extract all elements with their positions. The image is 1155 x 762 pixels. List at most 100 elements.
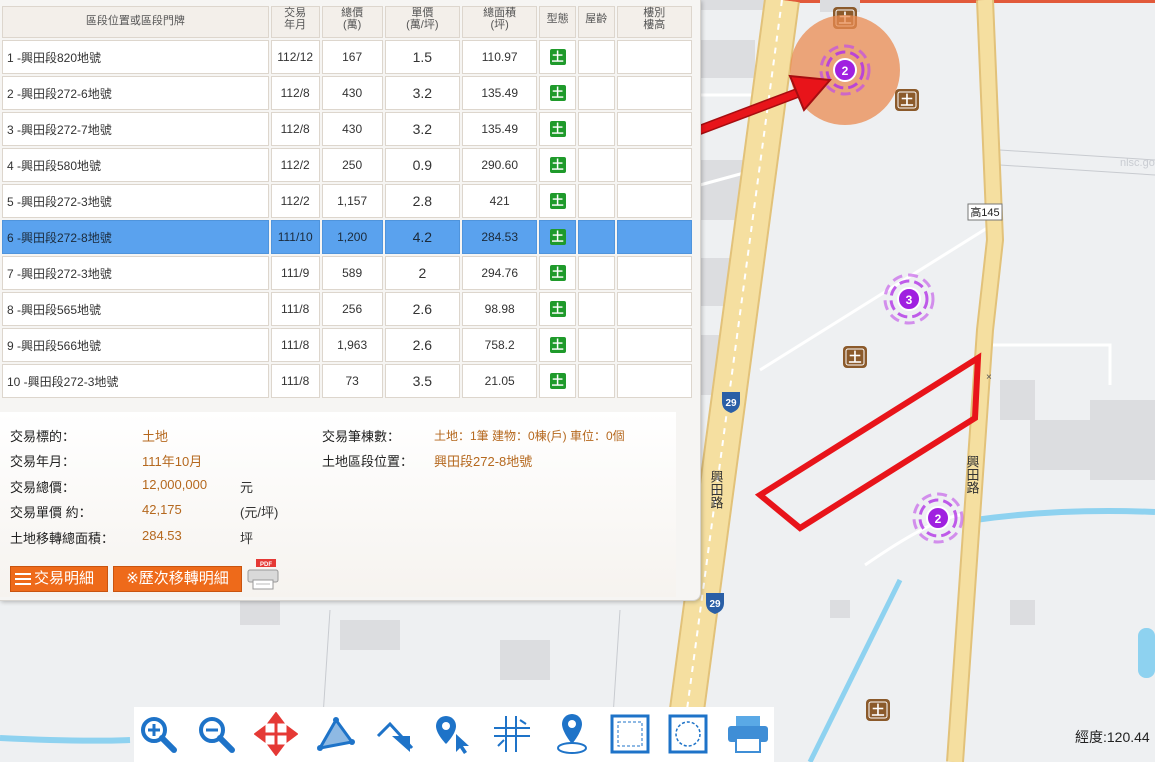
svg-text:PDF: PDF: [260, 562, 272, 568]
cell-date: 112/8: [270, 112, 320, 146]
select-circle-icon[interactable]: [666, 712, 710, 756]
cell-total: 589: [321, 256, 383, 290]
table-row-selected[interactable]: 6 -興田段272-8地號 111/10 1,200 4.2 284.53 土: [2, 220, 692, 254]
svg-text:×: ×: [986, 372, 992, 383]
select-box-icon[interactable]: [608, 712, 652, 756]
table-header-row: 區段位置或區段門牌 交易 年月 總價 (萬) 單價 (萬/坪) 總面積 (坪) 型態 屋…: [2, 6, 692, 38]
cell-floor: [616, 184, 692, 218]
road-grid-icon[interactable]: [490, 712, 534, 756]
cell-floor: [616, 364, 692, 398]
cell-date: 112/2: [270, 184, 320, 218]
table-row[interactable]: 3 -興田段272-7地號 112/8 430 3.2 135.49 土: [2, 112, 692, 146]
cell-unit-price: 3.5: [384, 364, 460, 398]
cell-unit-price: 2.6: [384, 292, 460, 326]
cell-floor: [616, 40, 692, 74]
land-marker-icon[interactable]: 土: [843, 346, 867, 368]
transaction-detail-button[interactable]: 交易明細: [10, 566, 108, 592]
cell-unit-price: 1.5: [384, 40, 460, 74]
cell-age: [577, 328, 615, 362]
cell-area: 284.53: [462, 220, 538, 254]
land-type-icon: 土: [549, 121, 566, 137]
cell-type: 土: [539, 40, 576, 74]
cell-floor: [616, 328, 692, 362]
land-type-icon: 土: [549, 337, 566, 353]
cell-total: 430: [321, 76, 383, 110]
cell-location: 1 -興田段820地號: [2, 40, 269, 74]
table-row[interactable]: 1 -興田段820地號 112/12 167 1.5 110.97 土: [2, 40, 692, 74]
land-type-icon: 土: [549, 85, 566, 101]
area-label: 土地移轉總面積：: [10, 531, 115, 546]
table-row[interactable]: 10 -興田段272-3地號 111/8 73 3.5 21.05 土: [2, 364, 692, 398]
locate-pin-icon[interactable]: [550, 712, 594, 756]
svg-text:高145: 高145: [970, 205, 999, 219]
pan-icon[interactable]: [254, 712, 298, 756]
cell-date: 112/2: [270, 148, 320, 182]
transaction-table: 區段位置或區段門牌 交易 年月 總價 (萬) 單價 (萬/坪) 總面積 (坪) 型態 屋…: [0, 4, 694, 400]
svg-text:3: 3: [906, 293, 913, 307]
land-type-icon: 土: [549, 157, 566, 173]
month-label: 交易年月：: [10, 454, 76, 469]
history-transfer-button[interactable]: ※歷次移轉明細: [113, 566, 242, 592]
cell-age: [577, 364, 615, 398]
table-row[interactable]: 7 -興田段272-3地號 111/9 589 2 294.76 土: [2, 256, 692, 290]
cell-type: 土: [539, 256, 576, 290]
land-marker-icon[interactable]: 土: [895, 89, 919, 111]
table-row[interactable]: 9 -興田段566地號 111/8 1,963 2.6 758.2 土: [2, 328, 692, 362]
cell-floor: [616, 76, 692, 110]
measure-distance-icon[interactable]: [374, 712, 418, 756]
cell-area: 421: [462, 184, 538, 218]
cell-type: 土: [539, 148, 576, 182]
zoom-in-icon[interactable]: [136, 712, 180, 756]
land-type-icon: 土: [549, 229, 566, 245]
list-icon: [15, 570, 31, 588]
cell-total: 256: [321, 292, 383, 326]
col-header-date: 交易 年月: [270, 6, 320, 38]
cell-total: 1,963: [321, 328, 383, 362]
cell-age: [577, 184, 615, 218]
cell-location: 10 -興田段272-3地號: [2, 364, 269, 398]
land-type-icon: 土: [549, 193, 566, 209]
svg-text:土: 土: [848, 350, 861, 366]
land-type-icon: 土: [549, 373, 566, 389]
print-icon[interactable]: [726, 712, 770, 756]
cell-unit-price: 2.8: [384, 184, 460, 218]
cell-location: 6 -興田段272-8地號: [2, 220, 269, 254]
cell-type: 土: [539, 112, 576, 146]
area-value: 284.53: [142, 528, 182, 543]
cell-location: 8 -興田段565地號: [2, 292, 269, 326]
measure-area-icon[interactable]: [314, 712, 358, 756]
cell-total: 430: [321, 112, 383, 146]
county-road-label: 高145: [967, 203, 1003, 221]
cell-location: 9 -興田段566地號: [2, 328, 269, 362]
cell-total: 73: [321, 364, 383, 398]
cell-location: 7 -興田段272-3地號: [2, 256, 269, 290]
cell-date: 112/12: [270, 40, 320, 74]
print-pdf-icon[interactable]: PDF: [246, 558, 280, 590]
cell-type: 土: [539, 292, 576, 326]
table-row[interactable]: 2 -興田段272-6地號 112/8 430 3.2 135.49 土: [2, 76, 692, 110]
land-marker-icon[interactable]: 土: [866, 699, 890, 721]
col-header-age: 屋齡: [577, 6, 615, 38]
longitude-readout: 經度:120.44: [1075, 729, 1150, 745]
table-row[interactable]: 8 -興田段565地號 111/8 256 2.6 98.98 土: [2, 292, 692, 326]
cell-age: [577, 76, 615, 110]
total-price-unit: 元: [240, 480, 254, 495]
road-label-2: 興田路: [965, 455, 980, 494]
section-label: 土地區段位置：: [322, 454, 414, 469]
total-price-label: 交易總價：: [10, 480, 76, 495]
section-value: 興田段272-8地號: [434, 454, 533, 469]
unit-price-value: 42,175: [142, 502, 182, 517]
cell-age: [577, 292, 615, 326]
table-row[interactable]: 4 -興田段580地號 112/2 250 0.9 290.60 土: [2, 148, 692, 182]
zoom-out-icon[interactable]: [194, 712, 238, 756]
cell-age: [577, 148, 615, 182]
table-row[interactable]: 5 -興田段272-3地號 112/2 1,157 2.8 421 土: [2, 184, 692, 218]
cell-unit-price: 2: [384, 256, 460, 290]
identify-point-icon[interactable]: [432, 712, 476, 756]
col-header-location: 區段位置或區段門牌: [2, 6, 269, 38]
cell-age: [577, 256, 615, 290]
svg-text:29: 29: [709, 599, 721, 610]
transaction-panel: 區段位置或區段門牌 交易 年月 總價 (萬) 單價 (萬/坪) 總面積 (坪) 型態 屋…: [0, 0, 701, 601]
cell-date: 111/10: [270, 220, 320, 254]
svg-text:土: 土: [900, 93, 913, 109]
